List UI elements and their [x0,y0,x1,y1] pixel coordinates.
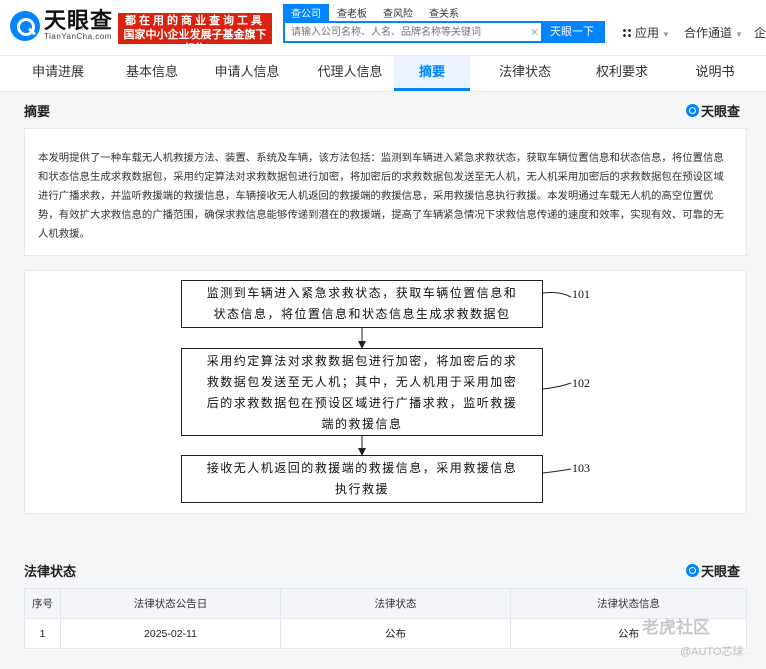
tianyancha-icon [686,104,699,117]
promo-banner[interactable]: 都在用的商业查询工具 国家中小企业发展子基金旗下机构 [118,13,272,55]
flow-step-102-line3: 后的求救数据包在预设区域进行广播求救，监听救援 [206,396,518,410]
tab-legal-status[interactable]: 法律状态 [470,56,580,91]
search-tab-company[interactable]: 查公司 [283,4,329,21]
ref-leader-101 [542,292,572,298]
col-header-status-info: 法律状态信息 [510,588,747,619]
ref-label-101: 101 [572,287,590,301]
col-header-index: 序号 [24,588,61,619]
promo-line1: 都在用的商业查询工具 [125,15,265,27]
tab-abstract[interactable]: 摘要 [394,56,470,91]
flow-step-103-line2: 执行救援 [334,482,389,496]
legal-status-table: 序号 法律状态公告日 法律状态 法律状态信息 1 2025-02-11 公布 公… [24,588,747,649]
apps-menu[interactable]: 应用 ▼ [622,24,670,41]
ref-label-103: 103 [572,461,590,475]
detail-nav-tabs: 申请进展 基本信息 申请人信息 代理人信息 摘要 法律状态 权利要求 说明书 [0,56,766,92]
legal-brand: 天眼查 [686,561,740,580]
cooperation-menu[interactable]: 合作通道 ▼ [684,24,743,41]
tab-application-progress[interactable]: 申请进展 [0,56,116,91]
watermark-handle: @AUTO芯球 [680,646,744,658]
watermark-community: 老虎社区 [642,618,710,637]
flow-step-102: 采用约定算法对求救数据包进行加密，将加密后的求 救数据包发送至无人机；其中，无人… [181,348,543,436]
search-input[interactable] [285,23,535,41]
enterprise-link[interactable]: 企 [754,24,766,41]
chevron-down-icon: ▼ [662,30,670,39]
abstract-title: 摘要 [24,104,51,119]
search-tab-relation[interactable]: 查关系 [421,4,467,21]
apps-label: 应用 [635,26,660,40]
search-tab-risk[interactable]: 查风险 [375,4,421,21]
flow-step-101-line1: 监测到车辆进入紧急求救状态，获取车辆位置信息和 [206,286,518,300]
col-header-status: 法律状态 [280,588,511,619]
tianyancha-icon [686,564,699,577]
tab-applicant-info[interactable]: 申请人信息 [188,56,306,91]
promo-line2: 国家中小企业发展子基金旗下机构 [123,29,267,55]
ref-label-102: 102 [572,376,590,390]
search-tab-boss[interactable]: 查老板 [329,4,375,21]
flow-step-103-line1: 接收无人机返回的救援端的救援信息，采用救援信息 [206,461,518,475]
cell-status: 公布 [280,618,511,649]
tab-claims[interactable]: 权利要求 [580,56,664,91]
abstract-brand-label: 天眼查 [701,104,741,119]
search-box: × 天眼一下 [283,21,605,43]
flow-step-102-line4: 端的救援信息 [321,417,403,431]
abstract-brand: 天眼查 [686,101,740,120]
abstract-text: 本发明提供了一种车载无人机救援方法、装置、系统及车辆，该方法包括：监测到车辆进入… [38,153,724,240]
grid-icon [622,28,632,38]
logo-domain: TianYanCha.com [44,32,112,41]
abstract-figure: 监测到车辆进入紧急求救状态，获取车辆位置信息和 状态信息，将位置信息和状态信息生… [24,270,747,514]
tab-agent-info[interactable]: 代理人信息 [306,56,394,91]
ref-leader-102 [542,382,572,390]
chevron-down-icon: ▼ [735,30,743,39]
search-button[interactable]: 天眼一下 [541,23,603,41]
flow-step-101-line2: 状态信息，将位置信息和状态信息生成求救数据包 [213,307,511,321]
tab-description[interactable]: 说明书 [664,56,766,91]
legal-status-title: 法律状态 [24,564,77,579]
flow-step-101: 监测到车辆进入紧急求救状态，获取车辆位置信息和 状态信息，将位置信息和状态信息生… [181,280,543,328]
flow-step-102-line1: 采用约定算法对求救数据包进行加密，将加密后的求 [206,354,518,368]
logo-name: 天眼查 [44,8,114,33]
search-tabs: 查公司 查老板 查风险 查关系 [283,4,467,21]
flow-step-102-line2: 救数据包发送至无人机；其中，无人机用于采用加密 [206,375,518,389]
legal-brand-label: 天眼查 [701,564,741,579]
cell-index: 1 [24,618,61,649]
logo-eye-icon [10,10,40,41]
top-header: 天眼查 TianYanCha.com 都在用的商业查询工具 国家中小企业发展子基… [0,0,766,56]
table-header-row: 序号 法律状态公告日 法律状态 法律状态信息 [24,588,747,619]
col-header-date: 法律状态公告日 [60,588,281,619]
tab-basic-info[interactable]: 基本信息 [116,56,188,91]
ref-leader-103 [542,468,572,474]
abstract-card: 本发明提供了一种车载无人机救援方法、装置、系统及车辆，该方法包括：监测到车辆进入… [24,128,747,256]
table-row: 1 2025-02-11 公布 公布 [24,618,747,649]
tianyancha-logo[interactable]: 天眼查 TianYanCha.com [10,10,113,41]
clear-icon[interactable]: × [531,25,538,39]
cell-date: 2025-02-11 [60,618,281,649]
flow-step-103: 接收无人机返回的救援端的救援信息，采用救援信息 执行救援 [181,455,543,503]
legal-status-table-wrap: 序号 法律状态公告日 法律状态 法律状态信息 1 2025-02-11 公布 公… [24,588,747,650]
cooperation-label: 合作通道 [684,26,733,40]
